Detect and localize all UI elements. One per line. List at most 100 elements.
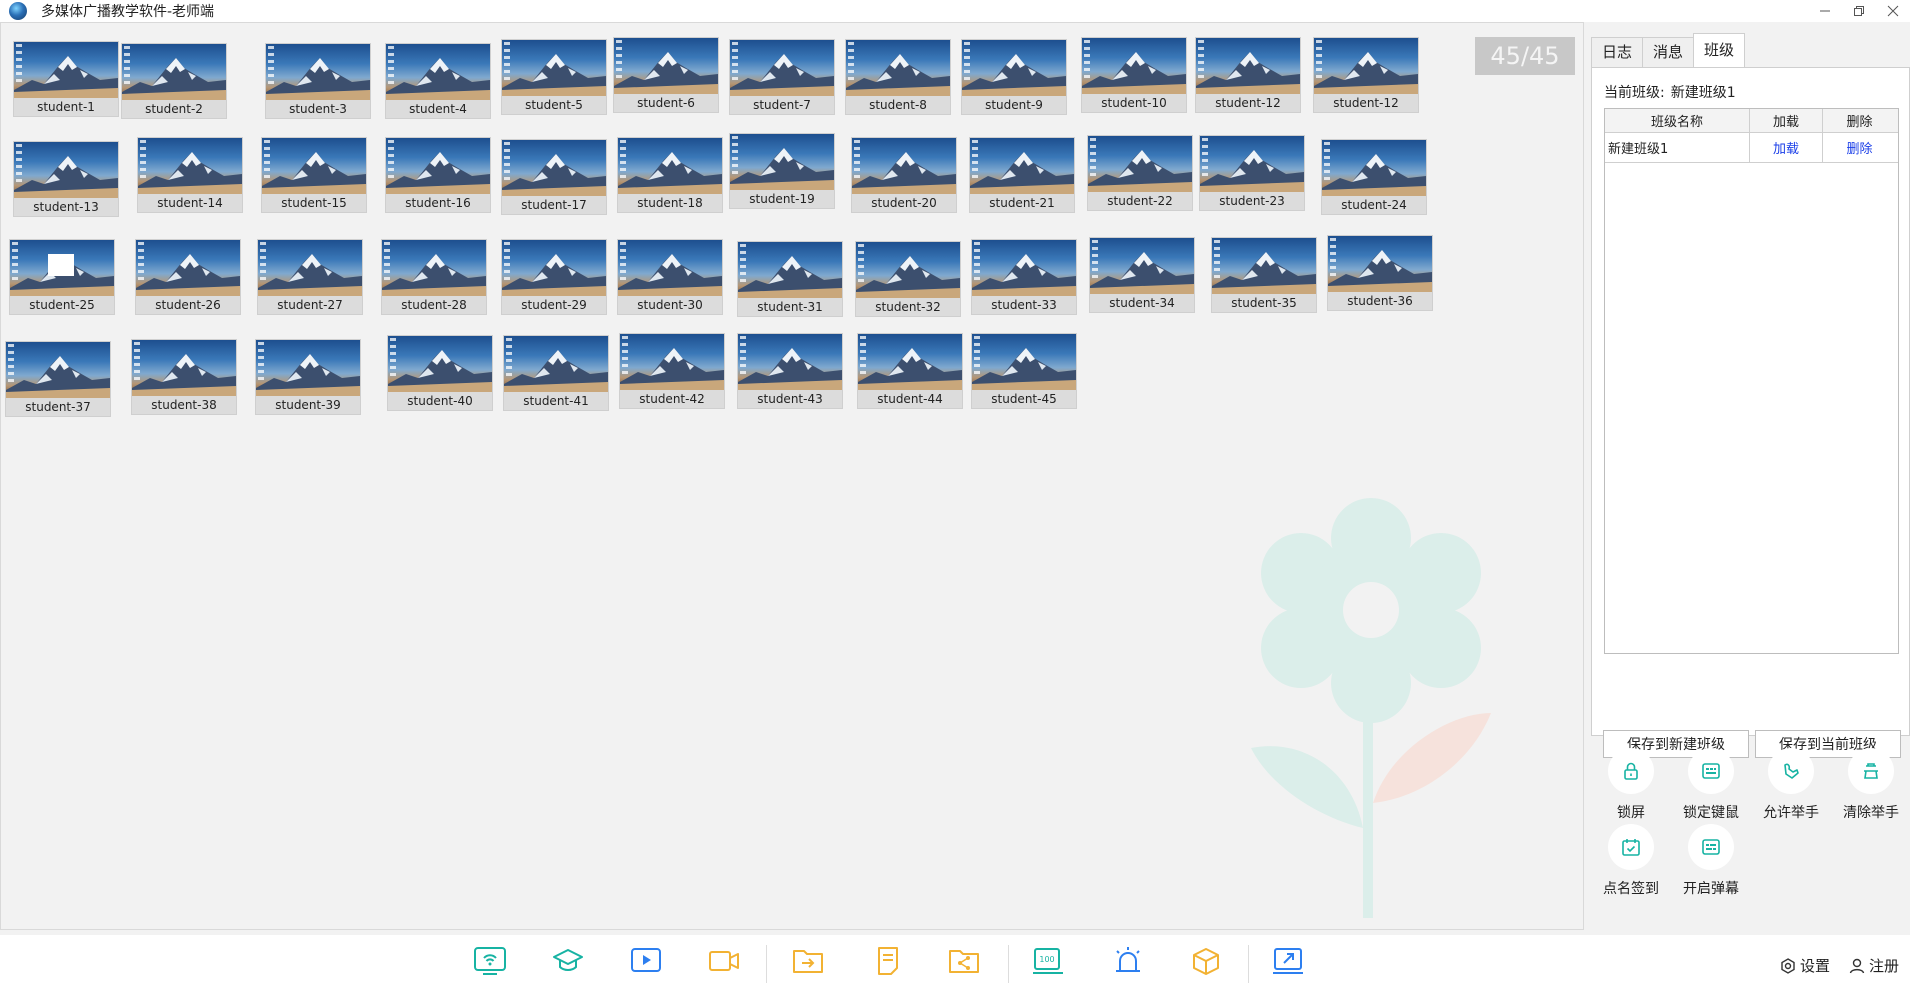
student-screen-tile[interactable]: student-8 <box>845 39 951 115</box>
student-screen-tile[interactable]: student-28 <box>381 239 487 315</box>
broadcast-button[interactable] <box>472 943 508 979</box>
student-screen-tile[interactable]: student-10 <box>1081 37 1187 113</box>
student-name-label: student-4 <box>386 100 490 118</box>
tool-label: 清除举手 <box>1843 805 1899 821</box>
student-screen-tile[interactable]: student-18 <box>617 137 723 213</box>
student-name-label: student-12 <box>1314 94 1418 112</box>
student-screen-tile[interactable]: student-14 <box>137 137 243 213</box>
allow-raise-hand-button[interactable]: 允许举手 <box>1751 748 1831 822</box>
play-video-button[interactable] <box>628 943 664 979</box>
student-screen-tile[interactable]: student-7 <box>729 39 835 115</box>
student-name-label: student-40 <box>388 392 492 410</box>
student-screen-tile[interactable]: student-2 <box>121 43 227 119</box>
restore-button[interactable] <box>1842 0 1876 22</box>
student-screen-thumbnail <box>1082 38 1186 94</box>
student-screen-thumbnail <box>856 242 960 298</box>
file-note-icon <box>878 947 898 975</box>
user-icon <box>1849 958 1865 973</box>
student-screen-tile[interactable]: student-17 <box>501 139 607 215</box>
student-screen-tile[interactable]: student-4 <box>385 43 491 119</box>
student-screen-tile[interactable]: student-26 <box>135 239 241 315</box>
exam-button[interactable]: 100 <box>1030 943 1066 979</box>
student-screen-tile[interactable]: student-27 <box>257 239 363 315</box>
student-screen-tile[interactable]: student-9 <box>961 39 1067 115</box>
header-delete: 删除 <box>1846 115 1873 130</box>
student-screen-tile[interactable]: student-15 <box>261 137 367 213</box>
student-screen-tile[interactable]: student-12 <box>1195 37 1301 113</box>
student-screen-tile[interactable]: student-3 <box>265 43 371 119</box>
student-screen-tile[interactable]: student-5 <box>501 39 607 115</box>
student-screen-tile[interactable]: student-32 <box>855 241 961 317</box>
student-screen-tile[interactable]: student-41 <box>503 335 609 411</box>
student-screen-tile[interactable]: student-1 <box>13 41 119 117</box>
danmaku-icon <box>1702 839 1720 855</box>
student-screen-thumbnail <box>1314 38 1418 94</box>
enable-danmaku-button[interactable]: 开启弹幕 <box>1671 824 1751 898</box>
student-screen-tile[interactable]: student-23 <box>1199 135 1305 211</box>
tab-messages[interactable]: 消息 <box>1642 37 1695 67</box>
tab-class[interactable]: 班级 <box>1693 33 1746 67</box>
clear-raise-hand-button[interactable]: 清除举手 <box>1831 748 1910 822</box>
lock-keyboard-mouse-button[interactable]: 锁定键鼠 <box>1671 748 1751 822</box>
file-note-button[interactable] <box>870 943 906 979</box>
minimize-button[interactable] <box>1808 0 1842 22</box>
student-screen-tile[interactable]: student-40 <box>387 335 493 411</box>
broadcast-icon <box>474 947 506 975</box>
tab-log[interactable]: 日志 <box>1591 37 1644 67</box>
export-button[interactable] <box>1270 943 1306 979</box>
online-counter: 45/45 <box>1475 37 1575 75</box>
alarm-button[interactable] <box>1110 943 1146 979</box>
close-button[interactable] <box>1876 0 1910 22</box>
student-screen-thumbnail <box>122 44 226 100</box>
student-screen-tile[interactable]: student-29 <box>501 239 607 315</box>
svg-text:100: 100 <box>1039 955 1054 964</box>
student-screen-tile[interactable]: student-34 <box>1089 237 1195 313</box>
student-screen-tile[interactable]: student-36 <box>1327 235 1433 311</box>
restore-icon <box>1854 6 1864 16</box>
student-name-label: student-25 <box>10 296 114 314</box>
student-screen-tile[interactable]: student-19 <box>729 133 835 209</box>
student-screen-tile[interactable]: student-16 <box>385 137 491 213</box>
share-folder-button[interactable] <box>946 943 982 979</box>
student-screen-tile[interactable]: student-22 <box>1087 135 1193 211</box>
student-name-label: student-33 <box>972 296 1076 314</box>
student-screen-tile[interactable]: student-13 <box>13 141 119 217</box>
student-screen-tile[interactable]: student-38 <box>131 339 237 415</box>
student-screen-tile[interactable]: student-39 <box>255 339 361 415</box>
student-screen-tile[interactable]: student-31 <box>737 241 843 317</box>
student-screen-tile[interactable]: student-25 <box>9 239 115 315</box>
student-name-label: student-16 <box>386 194 490 212</box>
delete-class-link[interactable]: 删除 <box>1846 138 1872 157</box>
student-screen-thumbnail <box>738 242 842 298</box>
student-screen-tile[interactable]: student-37 <box>5 341 111 417</box>
student-screen-tile[interactable]: student-20 <box>851 137 957 213</box>
lock-screen-button[interactable]: 锁屏 <box>1591 748 1671 822</box>
video-camera-button[interactable] <box>706 943 742 979</box>
package-button[interactable] <box>1188 943 1224 979</box>
student-name-label: student-12 <box>1196 94 1300 112</box>
student-screen-tile[interactable]: student-45 <box>971 333 1077 409</box>
student-screen-tile[interactable]: student-44 <box>857 333 963 409</box>
tool-label: 点名签到 <box>1603 881 1659 897</box>
load-class-link[interactable]: 加载 <box>1773 138 1799 157</box>
student-screen-tile[interactable]: student-33 <box>971 239 1077 315</box>
flower-watermark-icon <box>1251 498 1491 918</box>
student-name-label: student-45 <box>972 390 1076 408</box>
register-button[interactable]: 注册 <box>1849 955 1899 976</box>
student-name-label: student-38 <box>132 396 236 414</box>
student-screen-tile[interactable]: student-43 <box>737 333 843 409</box>
student-screen-tile[interactable]: student-24 <box>1321 139 1427 215</box>
roll-call-button[interactable]: 点名签到 <box>1591 824 1671 898</box>
student-screen-thumbnail <box>618 138 722 194</box>
student-screen-tile[interactable]: student-30 <box>617 239 723 315</box>
student-screen-tile[interactable]: student-6 <box>613 37 719 113</box>
student-screen-tile[interactable]: student-35 <box>1211 237 1317 313</box>
graduation-cap-icon <box>553 949 583 971</box>
title-bar: 多媒体广播教学软件-老师端 <box>0 0 1910 22</box>
student-demo-button[interactable] <box>550 943 586 979</box>
student-screen-tile[interactable]: student-12 <box>1313 37 1419 113</box>
student-screen-tile[interactable]: student-21 <box>969 137 1075 213</box>
student-screen-tile[interactable]: student-42 <box>619 333 725 409</box>
file-send-button[interactable] <box>790 943 826 979</box>
settings-button[interactable]: 设置 <box>1780 955 1830 976</box>
